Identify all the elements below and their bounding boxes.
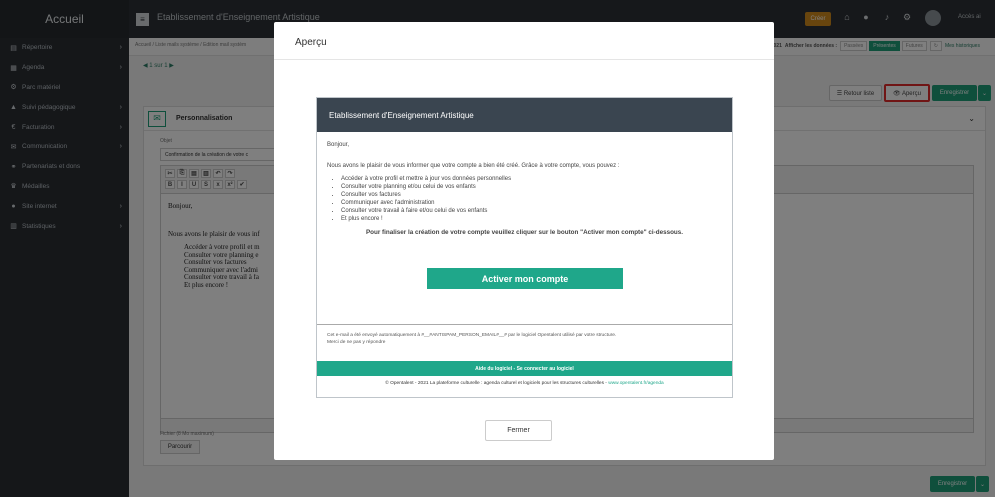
copyright-text: © Opentalent - 2021 La plateforme cultur… bbox=[385, 381, 609, 386]
preview-modal: Aperçu Etablissement d'Enseignement Arti… bbox=[274, 22, 774, 460]
email-auto-line-1: Cet e-mail a été envoyé automatiquement … bbox=[327, 333, 617, 338]
list-item: Consulter votre planning et/ou celui de … bbox=[341, 183, 722, 191]
email-intro: Nous avons le plaisir de vous informer q… bbox=[327, 163, 620, 169]
email-header: Etablissement d'Enseignement Artistique bbox=[317, 98, 732, 132]
modal-title: Aperçu bbox=[295, 37, 327, 48]
help-bar[interactable]: Aide du logiciel - Se connecter au logic… bbox=[317, 361, 732, 376]
email-preview: Etablissement d'Enseignement Artistique … bbox=[316, 97, 733, 398]
email-body: Bonjour, Nous avons le plaisir de vous i… bbox=[317, 132, 732, 236]
list-item: Et plus encore ! bbox=[341, 215, 722, 223]
email-auto-notice: Cet e-mail a été envoyé automatiquement … bbox=[327, 332, 727, 346]
email-finalize: Pour finaliser la création de votre comp… bbox=[365, 229, 684, 236]
opentalent-link[interactable]: www.opentalent.fr/agenda bbox=[608, 381, 663, 386]
list-item: Consulter vos factures bbox=[341, 191, 722, 199]
modal-divider bbox=[274, 59, 774, 60]
activate-account-button[interactable]: Activer mon compte bbox=[427, 268, 623, 289]
list-item: Accéder à votre profil et mettre à jour … bbox=[341, 175, 722, 183]
email-separator bbox=[317, 324, 732, 325]
list-item: Consulter votre travail à faire et/ou ce… bbox=[341, 207, 722, 215]
email-copyright: © Opentalent - 2021 La plateforme cultur… bbox=[317, 381, 732, 386]
email-greeting: Bonjour, bbox=[327, 142, 350, 148]
list-item: Communiquer avec l'administration bbox=[341, 199, 722, 207]
email-auto-line-2: Merci de ne pas y répondre bbox=[327, 340, 386, 345]
close-button[interactable]: Fermer bbox=[485, 420, 552, 441]
